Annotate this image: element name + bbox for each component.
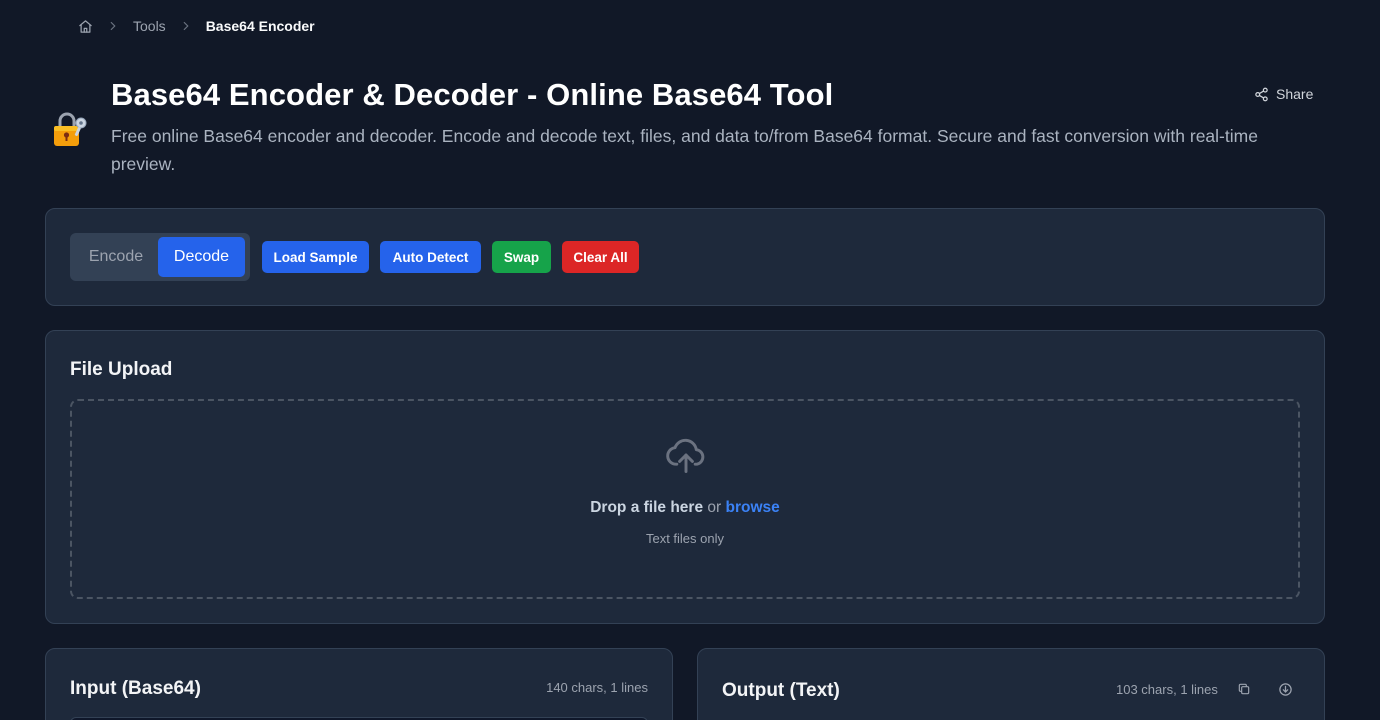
breadcrumb-current: Base64 Encoder [205,18,315,34]
output-stats: 103 chars, 1 lines [1116,682,1218,697]
share-label: Share [1276,86,1314,102]
breadcrumb: Tools Base64 Encoder [77,16,315,36]
upload-hint: Text files only [645,531,725,546]
clear-all-button[interactable]: Clear All [562,241,639,273]
load-sample-button[interactable]: Load Sample [262,241,369,273]
drop-text: Drop a file here [590,499,704,516]
breadcrumb-tools[interactable]: Tools [133,18,166,34]
file-upload-card: File Upload Drop a file here or browse T… [45,330,1325,624]
page-description: Free online Base64 encoder and decoder. … [111,126,1258,174]
decode-mode-button[interactable]: Decode [158,237,245,277]
input-title: Input (Base64) [70,678,201,699]
auto-detect-button[interactable]: Auto Detect [380,241,481,273]
home-icon[interactable] [77,18,93,34]
chevron-right-icon [178,18,194,34]
cloud-upload-icon [664,433,708,477]
page-title: Base64 Encoder & Decoder - Online Base64… [111,77,834,112]
drop-instructions: Drop a file here or browse [72,499,1298,517]
share-icon [1254,87,1269,102]
or-text: or [707,499,722,516]
mode-toggle: Encode Decode [70,233,250,281]
file-upload-title: File Upload [70,359,173,380]
input-card: Input (Base64) 140 chars, 1 lines [45,648,673,720]
file-dropzone[interactable]: Drop a file here or browse Text files on… [70,399,1300,599]
chevron-right-icon [105,18,121,34]
page: Tools Base64 Encoder Base64 Encoder & De… [0,0,1380,720]
share-button[interactable]: Share [1254,84,1313,104]
swap-button[interactable]: Swap [492,241,551,273]
input-stats: 140 chars, 1 lines [546,680,648,695]
lock-key-icon [51,110,89,148]
encode-mode-button[interactable]: Encode [74,237,158,277]
output-title: Output (Text) [722,680,840,701]
copy-icon[interactable] [1235,680,1253,698]
browse-link[interactable]: browse [726,499,780,516]
download-icon[interactable] [1276,680,1294,698]
output-card: Output (Text) 103 chars, 1 lines [697,648,1325,720]
toolbar-card: Encode Decode Load Sample Auto Detect Sw… [45,208,1325,306]
